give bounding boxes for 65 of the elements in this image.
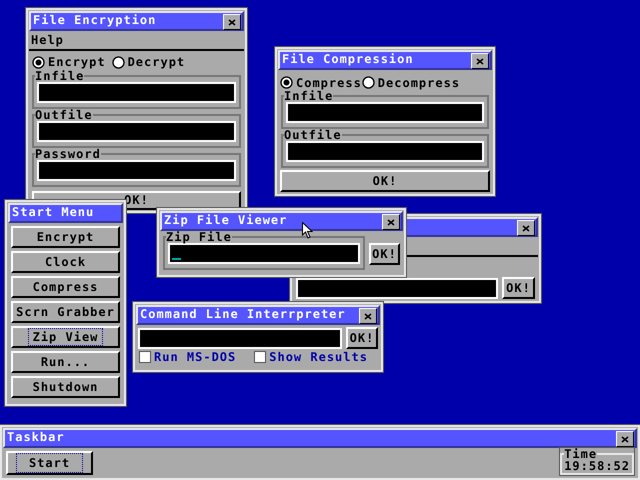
field-label: Outfile [35, 108, 93, 121]
mouse-pointer-icon [302, 222, 313, 239]
input-field[interactable] [296, 278, 498, 298]
menu-button[interactable]: Clock [11, 251, 120, 273]
ok-button[interactable]: OK! [502, 277, 535, 299]
input-field[interactable] [37, 82, 236, 103]
radio-label[interactable]: Encrypt [48, 56, 106, 68]
close-icon [387, 218, 395, 226]
ok-button[interactable]: OK! [369, 242, 400, 264]
field-label: Outfile [284, 129, 342, 141]
title-bar[interactable]: Zip File Viewer [160, 211, 403, 231]
radio-label[interactable]: Decompress [378, 76, 460, 88]
menu-button[interactable]: Encrypt [11, 226, 120, 248]
close-icon [364, 312, 372, 320]
menu-button[interactable]: Run... [11, 351, 120, 373]
close-icon [621, 436, 629, 442]
radio-label[interactable]: Decrypt [128, 56, 186, 68]
input-field[interactable] [138, 328, 342, 348]
close-button[interactable] [223, 14, 241, 30]
clock-time: 19:58:52 [564, 460, 630, 472]
close-button[interactable] [517, 220, 535, 236]
menu-button[interactable]: Shutdown [11, 376, 120, 398]
radio-label[interactable]: Compress [296, 76, 362, 88]
input-field[interactable] [37, 160, 236, 181]
radio-button[interactable] [112, 56, 125, 69]
input-field[interactable] [37, 120, 236, 142]
checkbox[interactable] [139, 351, 151, 363]
menu-button[interactable]: Compress [11, 276, 120, 298]
menu-button[interactable]: Scrn Grabber [11, 301, 120, 323]
window-title: Taskbar [7, 431, 65, 443]
ok-button[interactable]: OK! [346, 327, 378, 349]
title-bar[interactable]: Taskbar [3, 428, 637, 448]
checkbox-label[interactable]: Show Results [269, 351, 368, 363]
input-field[interactable] [168, 243, 360, 264]
ok-button[interactable]: OK! [280, 170, 490, 192]
close-button[interactable] [471, 53, 489, 69]
close-button[interactable] [382, 214, 400, 230]
title-bar[interactable]: File Encryption [29, 11, 244, 31]
start-button[interactable]: Start [6, 451, 93, 475]
field-label: Password [35, 148, 101, 160]
clock-label: Time [564, 448, 598, 460]
checkbox-label[interactable]: Run MS-DOS [154, 351, 236, 363]
window-title: Zip File Viewer [164, 214, 288, 226]
field-label: Infile [284, 90, 334, 102]
field-label: Infile [35, 70, 84, 82]
radio-button[interactable] [362, 76, 375, 89]
window-title: File Compression [282, 53, 414, 65]
title-bar[interactable]: Command Line Interrpreter [136, 305, 380, 325]
title-bar[interactable]: File Compression [278, 50, 492, 70]
menu-item[interactable]: Help [31, 34, 64, 46]
menu-button[interactable]: Zip View [11, 326, 120, 348]
radio-button[interactable] [32, 56, 45, 69]
window-title: Command Line Interrpreter [140, 308, 346, 320]
close-button[interactable] [616, 431, 634, 447]
radio-button[interactable] [280, 76, 293, 89]
close-icon [476, 58, 484, 64]
window-title: File Encryption [33, 14, 156, 26]
close-icon [228, 18, 236, 26]
input-field[interactable] [286, 102, 484, 123]
checkbox[interactable] [254, 351, 266, 363]
close-icon [522, 224, 530, 232]
input-field[interactable] [286, 141, 484, 162]
title-bar[interactable]: Start Menu [8, 203, 123, 223]
field-label: Zip File [166, 231, 232, 243]
close-button[interactable] [359, 308, 377, 324]
